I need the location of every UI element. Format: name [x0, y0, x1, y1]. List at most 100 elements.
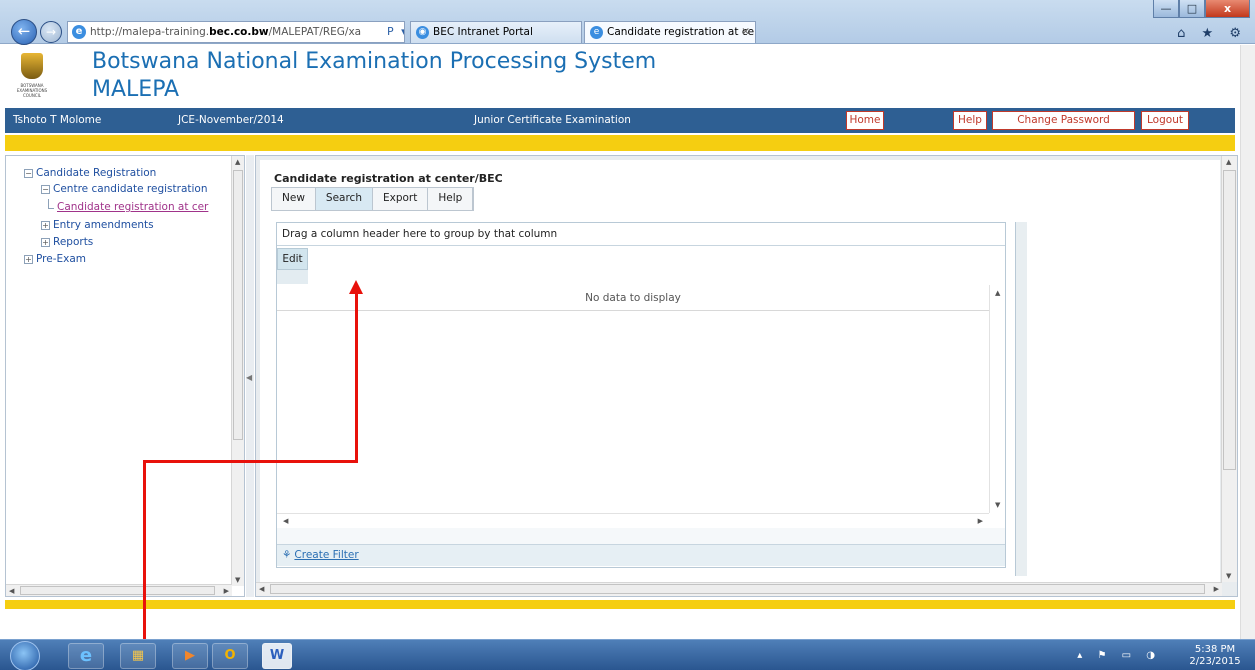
action-toolbar: New Search Export Help	[271, 187, 475, 211]
change-password-button[interactable]: Change Password	[992, 111, 1135, 130]
tree-connector	[48, 199, 54, 209]
close-window-button[interactable]: x	[1205, 0, 1250, 18]
panel-splitter[interactable]: ◀	[246, 155, 254, 597]
tree-item-candidate-registration-at-center[interactable]: Candidate registration at cer	[57, 201, 208, 213]
search-button[interactable]: Search	[315, 188, 373, 210]
windows-explorer-icon[interactable]: ▦	[120, 643, 156, 669]
browser-chrome: ← → e http://malepa-training.bec.co.bw/M…	[0, 0, 1255, 45]
tree-label: Reports	[53, 236, 94, 248]
clock-time: 5:38 PM	[1194, 644, 1236, 655]
tree-item-pre-exam[interactable]: + Pre-Exam	[24, 253, 86, 265]
scroll-thumb[interactable]	[20, 586, 215, 595]
tree-item-candidate-registration[interactable]: − Candidate Registration	[24, 167, 156, 179]
home-favorites-settings-icons[interactable]: ⌂ ★ ⚙	[1177, 26, 1247, 41]
page-vertical-scrollbar[interactable]	[1240, 45, 1255, 639]
scroll-right-icon[interactable]: ▶	[224, 587, 229, 595]
help-toolbar-button[interactable]: Help	[428, 188, 474, 210]
grid-vertical-scrollbar[interactable]: ▲ ▼	[989, 285, 1005, 513]
exam-name: Junior Certificate Examination	[474, 114, 631, 126]
tree-horizontal-scrollbar[interactable]: ◀ ▶	[6, 584, 232, 596]
help-button[interactable]: Help	[953, 111, 987, 130]
clock-date: 2/23/2015	[1189, 656, 1241, 667]
tab-label: Candidate registration at ce...	[607, 26, 756, 38]
splitter-grip-icon[interactable]: ◀	[246, 373, 252, 382]
tree-item-reports[interactable]: + Reports	[41, 236, 93, 248]
window-controls: — □ x	[1153, 0, 1250, 18]
data-grid: Drag a column header here to group by th…	[276, 222, 1006, 568]
system-title: Botswana National Examination Processing…	[92, 49, 657, 74]
accent-bar-bottom	[5, 600, 1235, 609]
globe-icon: ◉	[416, 26, 429, 39]
empty-data-message: No data to display	[585, 292, 681, 304]
start-button[interactable]	[10, 641, 40, 670]
top-nav-bar: Tshoto T Molome JCE-November/2014 Junior…	[5, 108, 1235, 133]
main-horizontal-scrollbar[interactable]: ◀ ▶	[256, 582, 1222, 596]
frame-divider	[1015, 222, 1027, 576]
back-button[interactable]: ←	[11, 19, 37, 45]
scroll-thumb[interactable]	[233, 170, 243, 440]
address-tools-icons[interactable]: Ρ ▾ ☷ C ✕	[383, 22, 404, 42]
scroll-down-icon[interactable]: ▼	[235, 576, 240, 584]
bec-logo: BOTSWANA EXAMINATIONS COUNCIL	[16, 53, 48, 101]
tab-bec-intranet[interactable]: ◉ BEC Intranet Portal	[410, 21, 582, 43]
scroll-left-icon[interactable]: ◀	[259, 585, 264, 593]
minimize-button[interactable]: —	[1153, 0, 1179, 18]
logout-button[interactable]: Logout	[1141, 111, 1189, 130]
accent-bar-top	[5, 135, 1235, 151]
tree-label: Entry amendments	[53, 219, 154, 231]
filter-row[interactable]	[277, 270, 308, 284]
tree-item-entry-amendments[interactable]: + Entry amendments	[41, 219, 154, 231]
expand-icon[interactable]: +	[24, 255, 33, 264]
filter-icon: ⚘	[282, 549, 292, 561]
scroll-up-icon[interactable]: ▲	[1226, 158, 1231, 166]
grid-horizontal-scrollbar[interactable]: ◀ ▶	[277, 513, 989, 527]
exam-session: JCE-November/2014	[178, 114, 284, 126]
column-header-edit[interactable]: Edit	[277, 248, 308, 270]
group-by-panel[interactable]: Drag a column header here to group by th…	[277, 223, 1005, 246]
scroll-up-icon[interactable]: ▲	[235, 158, 240, 166]
scroll-up-icon[interactable]: ▲	[995, 289, 1000, 297]
tray-icons[interactable]: ▴ ⚑ ▭ ◑	[1077, 650, 1161, 661]
clock[interactable]: 5:38 PM 2/23/2015	[1185, 644, 1245, 668]
address-bar[interactable]: e http://malepa-training.bec.co.bw/MALEP…	[67, 21, 405, 43]
tab-candidate-registration[interactable]: e Candidate registration at ce... ✕	[584, 21, 756, 43]
url-path: /MALEPAT/REG/xa	[268, 26, 362, 38]
scroll-down-icon[interactable]: ▼	[1226, 572, 1231, 580]
windows-taskbar: e ▦ ▶ O W ▴ ⚑ ▭ ◑ 5:38 PM 2/23/2015	[0, 639, 1255, 670]
tree-label: Candidate Registration	[36, 167, 157, 179]
internet-explorer-icon[interactable]: e	[68, 643, 104, 669]
tree-label: Centre candidate registration	[53, 183, 208, 195]
row-divider	[277, 310, 989, 311]
outlook-icon[interactable]: O	[212, 643, 248, 669]
tree-item-centre-candidate-registration[interactable]: − Centre candidate registration	[41, 183, 208, 195]
tree-vertical-scrollbar[interactable]: ▲ ▼	[231, 156, 244, 586]
export-button[interactable]: Export	[373, 188, 429, 210]
annotation-arrowhead-icon	[349, 280, 363, 294]
tab-close-icon[interactable]: ✕	[741, 22, 750, 43]
tab-label: BEC Intranet Portal	[433, 26, 533, 38]
new-button[interactable]: New	[272, 188, 316, 210]
media-player-icon[interactable]: ▶	[172, 643, 208, 669]
crest-icon	[21, 53, 43, 79]
word-icon[interactable]: W	[262, 643, 292, 669]
scroll-thumb[interactable]	[270, 584, 1205, 594]
grid-footer	[277, 528, 1005, 544]
create-filter-link[interactable]: Create Filter	[294, 549, 358, 561]
expand-icon[interactable]: +	[41, 238, 50, 247]
scroll-thumb[interactable]	[1223, 170, 1236, 470]
collapse-icon[interactable]: −	[41, 185, 50, 194]
scroll-down-icon[interactable]: ▼	[995, 501, 1000, 509]
collapse-icon[interactable]: −	[24, 169, 33, 178]
main-vertical-scrollbar[interactable]: ▲ ▼	[1221, 156, 1237, 582]
logo-text: BOTSWANA EXAMINATIONS COUNCIL	[16, 83, 48, 98]
expand-icon[interactable]: +	[41, 221, 50, 230]
maximize-button[interactable]: □	[1179, 0, 1205, 18]
forward-button[interactable]: →	[40, 21, 62, 43]
scroll-right-icon[interactable]: ▶	[1214, 585, 1219, 593]
navigation-tree-panel: − Candidate Registration − Centre candidat…	[5, 155, 245, 597]
system-subtitle: MALEPA	[92, 77, 180, 102]
scroll-left-icon[interactable]: ◀	[9, 587, 14, 595]
home-button[interactable]: Home	[846, 111, 884, 130]
scroll-left-icon[interactable]: ◀	[283, 517, 288, 525]
scroll-right-icon[interactable]: ▶	[978, 517, 983, 525]
